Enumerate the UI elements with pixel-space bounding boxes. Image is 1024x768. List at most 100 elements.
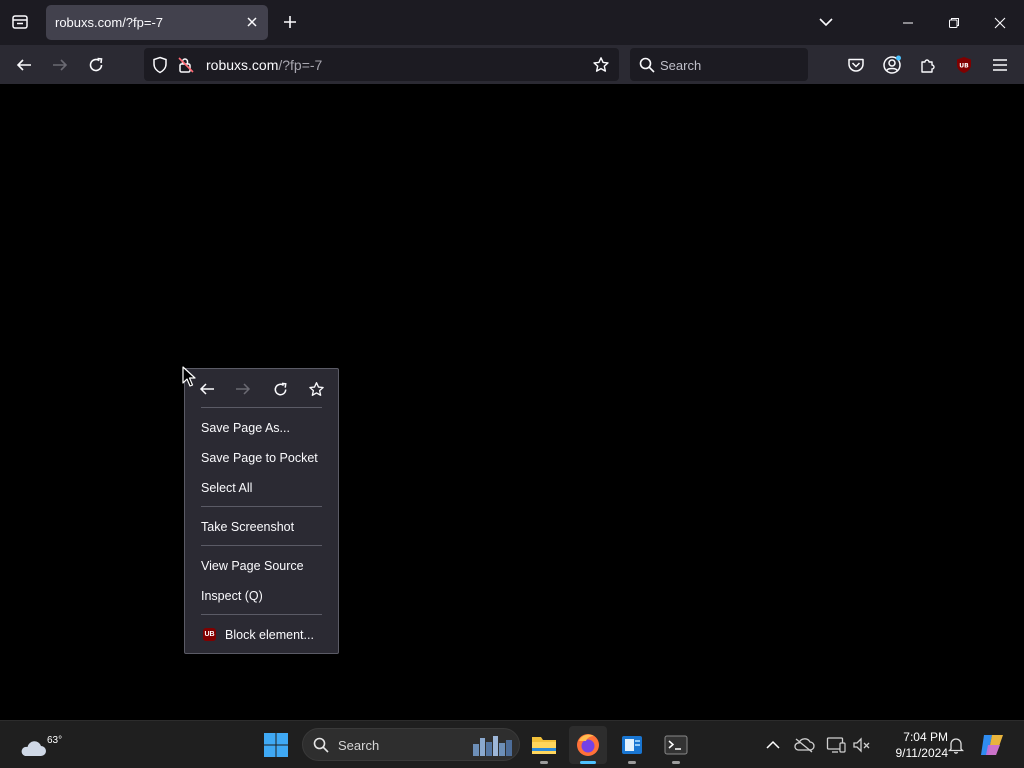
star-icon <box>593 57 609 72</box>
star-icon <box>308 381 324 396</box>
reload-icon <box>274 382 287 395</box>
notifications-button[interactable] <box>945 734 967 756</box>
arrow-left-icon <box>199 383 214 395</box>
arrow-left-icon <box>16 59 31 71</box>
tab-list-icon <box>12 15 28 29</box>
menu-item-save-to-pocket[interactable]: Save Page to Pocket <box>185 445 338 471</box>
taskbar-firefox[interactable] <box>569 726 607 764</box>
chevron-down-icon <box>819 18 833 27</box>
terminal-icon <box>664 735 688 755</box>
context-bookmark-button[interactable] <box>304 378 328 400</box>
browser-tab[interactable]: robuxs.com/?fp=-7 <box>46 5 268 40</box>
window-close-button[interactable] <box>977 0 1023 45</box>
list-all-tabs-button[interactable] <box>812 8 840 36</box>
ublock-icon: UB <box>957 57 971 73</box>
monitor-icon <box>826 737 846 753</box>
taskbar-clock[interactable]: 7:04 PM 9/11/2024 <box>878 729 949 761</box>
active-indicator <box>580 761 596 764</box>
url-path: /?fp=-7 <box>278 57 323 73</box>
copilot-icon <box>981 735 1003 755</box>
volume-tray-button[interactable] <box>851 734 873 756</box>
forward-button[interactable] <box>45 50 75 80</box>
tab-title: robuxs.com/?fp=-7 <box>55 15 164 30</box>
back-button[interactable] <box>9 50 39 80</box>
onedrive-tray-button[interactable] <box>793 734 815 756</box>
tracking-protection-shield-icon[interactable] <box>150 55 170 75</box>
plus-icon <box>284 16 296 28</box>
running-indicator <box>628 761 636 764</box>
context-forward-button[interactable] <box>231 378 255 400</box>
context-reload-button[interactable] <box>268 378 292 400</box>
windows-logo-icon <box>264 733 288 757</box>
menu-separator <box>201 407 322 408</box>
ublock-origin-button[interactable]: UB <box>949 50 979 80</box>
show-hidden-icons-button[interactable] <box>762 734 784 756</box>
app-menu-button[interactable] <box>985 50 1015 80</box>
menu-item-select-all[interactable]: Select All <box>185 475 338 501</box>
context-back-button[interactable] <box>195 378 219 400</box>
running-indicator <box>672 761 680 764</box>
close-icon <box>247 17 257 27</box>
menu-item-view-page-source[interactable]: View Page Source <box>185 553 338 579</box>
taskbar-search-label: Search <box>338 738 380 753</box>
navigation-toolbar: robuxs.com/?fp=-7 Search UB <box>0 45 1024 84</box>
account-icon <box>883 55 901 74</box>
tab-close-button[interactable] <box>242 12 262 32</box>
weather-widget[interactable]: 63° <box>16 727 62 763</box>
search-placeholder: Search <box>660 58 702 73</box>
menu-item-take-screenshot[interactable]: Take Screenshot <box>185 514 338 540</box>
clock-time: 7:04 PM <box>903 730 948 744</box>
context-menu: Save Page As... Save Page to Pocket Sele… <box>184 368 339 654</box>
extensions-button[interactable] <box>913 50 943 80</box>
window-restore-button[interactable] <box>931 0 977 45</box>
firefox-icon <box>577 734 599 756</box>
insecure-lock-icon[interactable] <box>176 55 196 75</box>
chevron-up-icon <box>766 740 780 749</box>
cloud-offline-icon <box>794 738 815 753</box>
menu-item-save-page-as[interactable]: Save Page As... <box>185 415 338 441</box>
search-highlight-icon <box>473 736 512 756</box>
restore-icon <box>949 17 959 28</box>
menu-separator <box>201 506 322 507</box>
page-content[interactable] <box>0 84 1024 720</box>
reload-icon <box>89 57 103 72</box>
taskbar-terminal[interactable] <box>657 726 695 764</box>
tab-strip: robuxs.com/?fp=-7 <box>0 0 1024 45</box>
search-bar[interactable]: Search <box>630 48 808 81</box>
folder-icon <box>532 737 556 754</box>
menu-item-block-element[interactable]: UB Block element... <box>185 622 338 648</box>
copilot-button[interactable] <box>978 731 1006 759</box>
menu-separator <box>201 614 322 615</box>
pocket-button[interactable] <box>841 50 871 80</box>
display-tray-button[interactable] <box>825 734 847 756</box>
hamburger-menu-icon <box>993 59 1007 71</box>
taskbar-outlook[interactable] <box>613 726 651 764</box>
arrow-right-icon <box>53 59 68 71</box>
new-tab-button[interactable] <box>276 8 304 36</box>
url-text[interactable]: robuxs.com/?fp=-7 <box>206 57 322 73</box>
arrow-right-icon <box>236 383 251 395</box>
menu-separator <box>201 545 322 546</box>
svg-text:UB: UB <box>959 63 969 70</box>
window-minimize-button[interactable] <box>885 0 931 45</box>
mouse-cursor-icon <box>182 366 196 387</box>
speaker-muted-icon <box>853 737 870 753</box>
start-button[interactable] <box>262 731 290 759</box>
tab-list-button[interactable] <box>6 8 34 36</box>
account-button[interactable] <box>877 50 907 80</box>
search-icon <box>313 737 329 753</box>
url-bar[interactable]: robuxs.com/?fp=-7 <box>144 48 619 81</box>
puzzle-icon <box>921 59 935 73</box>
clock-date: 9/11/2024 <box>895 746 949 760</box>
bell-icon <box>948 738 964 754</box>
taskbar-file-explorer[interactable] <box>525 726 563 764</box>
menu-item-inspect[interactable]: Inspect (Q) <box>185 583 338 609</box>
search-icon <box>638 56 656 74</box>
outlook-icon <box>622 736 642 754</box>
bookmark-page-button[interactable] <box>590 54 612 76</box>
taskbar-search-box[interactable]: Search <box>302 728 520 761</box>
pocket-icon <box>848 58 864 72</box>
reload-button[interactable] <box>81 50 111 80</box>
minimize-icon <box>903 22 913 23</box>
menu-item-label: Block element... <box>225 628 314 642</box>
